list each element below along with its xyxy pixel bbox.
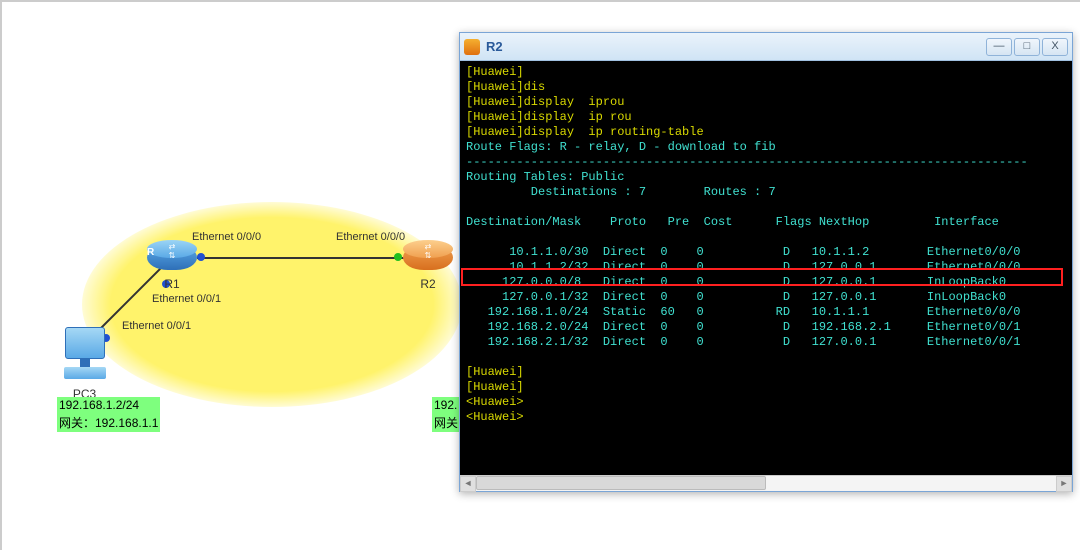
routing-row: 192.168.1.0/24 Static 60 0 RD 10.1.1.1 E… <box>466 305 1021 319</box>
term-prompt: [Huawei] <box>466 380 524 394</box>
link-r1-r2 <box>197 257 407 259</box>
app-icon <box>464 39 480 55</box>
interface-label: Ethernet 0/0/0 <box>192 231 261 243</box>
router-r1[interactable]: ⇄⇅ R R1 <box>147 240 197 291</box>
scroll-track[interactable] <box>476 476 1056 491</box>
gateway-annotation: 网关 <box>432 413 460 432</box>
window-title: R2 <box>486 39 984 54</box>
watermark-text: 路由器 <box>1024 513 1072 534</box>
scroll-thumb[interactable] <box>476 476 766 490</box>
scroll-right-button[interactable]: ► <box>1056 476 1072 492</box>
device-label: R2 <box>403 277 453 291</box>
term-line: ----------------------------------------… <box>466 155 1028 169</box>
minimize-button[interactable]: — <box>986 38 1012 56</box>
routing-row: 10.1.1.0/30 Direct 0 0 D 10.1.1.2 Ethern… <box>466 245 1021 259</box>
interface-label: Ethernet 0/0/0 <box>336 231 405 243</box>
term-prompt: <Huawei> <box>466 395 524 409</box>
port-dot <box>197 253 205 261</box>
terminal-window[interactable]: R2 — □ X [Huawei] [Huawei]dis [Huawei]di… <box>459 32 1073 492</box>
scroll-left-button[interactable]: ◄ <box>460 476 476 492</box>
title-bar[interactable]: R2 — □ X <box>460 33 1072 61</box>
routing-table-header: Destination/Mask Proto Pre Cost Flags Ne… <box>466 215 999 229</box>
term-line: [Huawei]display ip rou <box>466 110 632 124</box>
pc3[interactable]: PC3 <box>57 327 112 401</box>
term-line: [Huawei]display iprou <box>466 95 624 109</box>
gateway-annotation: 网关：192.168.1.1 <box>57 413 160 432</box>
interface-label: Ethernet 0/0/1 <box>152 293 221 305</box>
interface-label: Ethernet 0/0/1 <box>122 320 191 332</box>
routing-row: 127.0.0.0/8 Direct 0 0 D 127.0.0.1 InLoo… <box>466 275 1006 289</box>
term-line: Route Flags: R - relay, D - download to … <box>466 140 776 154</box>
routing-row: 127.0.0.1/32 Direct 0 0 D 127.0.0.1 InLo… <box>466 290 1006 304</box>
routing-row-highlighted: 192.168.2.0/24 Direct 0 0 D 192.168.2.1 … <box>466 320 1021 334</box>
term-line: [Huawei]dis <box>466 80 545 94</box>
term-line: Routing Tables: Public <box>466 170 624 184</box>
term-prompt: [Huawei] <box>466 365 524 379</box>
term-line: [Huawei] <box>466 65 524 79</box>
device-label: R1 <box>147 277 197 291</box>
maximize-button[interactable]: □ <box>1014 38 1040 56</box>
ip-annotation: 192. <box>432 397 460 413</box>
port-dot <box>394 253 402 261</box>
term-line: [Huawei]display ip routing-table <box>466 125 704 139</box>
router-r2[interactable]: ⇄⇅ R2 <box>403 240 453 291</box>
ip-annotation: 192.168.1.2/24 <box>57 397 160 413</box>
routing-row: 192.168.2.1/32 Direct 0 0 D 127.0.0.1 Et… <box>466 335 1021 349</box>
horizontal-scrollbar[interactable]: ◄ ► <box>460 475 1072 491</box>
watermark: 路由器 luyouqi.com <box>992 513 1072 544</box>
routing-row: 10.1.1.2/32 Direct 0 0 D 127.0.0.1 Ether… <box>466 260 1021 274</box>
watermark-icon <box>992 516 1018 542</box>
term-line: Destinations : 7 Routes : 7 <box>466 185 776 199</box>
terminal-output[interactable]: [Huawei] [Huawei]dis [Huawei]display ipr… <box>460 61 1072 475</box>
close-button[interactable]: X <box>1042 38 1068 56</box>
watermark-sub: luyouqi.com <box>1024 534 1072 544</box>
term-prompt: <Huawei> <box>466 410 524 424</box>
